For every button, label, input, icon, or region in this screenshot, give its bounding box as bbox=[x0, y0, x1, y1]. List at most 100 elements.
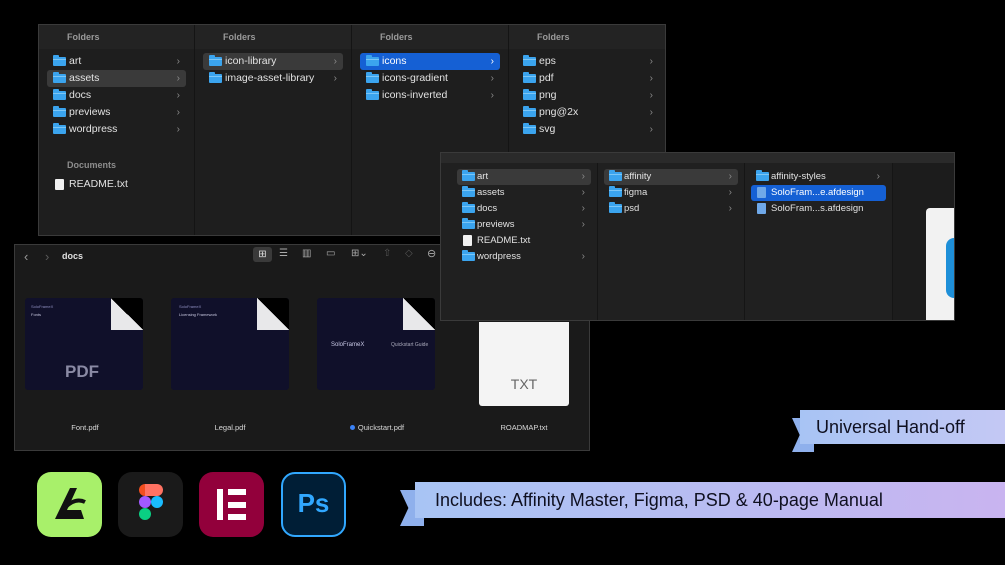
folder-item-icon-library[interactable]: icon-library › bbox=[203, 53, 343, 70]
ribbon-handoff-text: Universal Hand-off bbox=[816, 417, 965, 437]
file-name-label: Quickstart.pdf bbox=[357, 423, 405, 432]
column-view-icon[interactable]: ▥ bbox=[302, 248, 311, 259]
folder-icon bbox=[366, 89, 379, 100]
chevron-right-icon: › bbox=[176, 73, 180, 84]
folder-item-image-asset-library[interactable]: image-asset-library › bbox=[203, 70, 343, 87]
text-file-icon bbox=[463, 235, 472, 246]
folder-item-psd[interactable]: psd › bbox=[604, 201, 738, 217]
file-name-quickstart[interactable]: Quickstart.pdf bbox=[307, 423, 447, 432]
file-item-afdesign-master[interactable]: SoloFram...e.afdesign bbox=[751, 185, 886, 201]
file-name-legal[interactable]: Legal.pdf bbox=[160, 423, 300, 432]
sidebar-item-wordpress[interactable]: wordpress › bbox=[47, 121, 186, 138]
chevron-right-icon: › bbox=[176, 124, 180, 135]
chevron-right-icon: › bbox=[649, 73, 653, 84]
gallery-view-icon[interactable]: ▭ bbox=[326, 248, 335, 259]
folder-icon bbox=[462, 202, 475, 213]
file-thumbnail-legal[interactable]: SoloFrameX Licensing Framework bbox=[171, 298, 289, 390]
sidebar-item-previews[interactable]: previews › bbox=[47, 104, 186, 121]
folder-icon bbox=[366, 72, 379, 83]
tag-icon[interactable]: ◇ bbox=[405, 248, 413, 259]
folder-item-eps[interactable]: eps › bbox=[517, 53, 659, 70]
folder-item-svg[interactable]: svg › bbox=[517, 121, 659, 138]
folder-item-assets[interactable]: assets › bbox=[457, 185, 591, 201]
chevron-right-icon: › bbox=[581, 219, 585, 230]
folder-item-icons[interactable]: icons › bbox=[360, 53, 500, 70]
file-name-roadmap[interactable]: ROADMAP.txt bbox=[454, 423, 589, 432]
page-corner-icon bbox=[111, 298, 143, 330]
column-header: Folders bbox=[39, 25, 194, 49]
folder-item-art[interactable]: art › bbox=[457, 169, 591, 185]
folder-item-affinity-styles[interactable]: affinity-styles › bbox=[751, 169, 886, 185]
file-name-font[interactable]: Font.pdf bbox=[15, 423, 155, 432]
photoshop-label: Ps bbox=[297, 488, 330, 518]
chevron-right-icon: › bbox=[649, 56, 653, 67]
item-label: art bbox=[69, 55, 82, 67]
sidebar-item-assets[interactable]: assets › bbox=[47, 70, 186, 87]
affinity-preview-icon bbox=[946, 238, 954, 298]
folder-item-figma[interactable]: figma › bbox=[604, 185, 738, 201]
forward-icon[interactable]: › bbox=[45, 249, 49, 264]
folder-icon bbox=[462, 186, 475, 197]
item-label: docs bbox=[69, 89, 92, 101]
more-icon[interactable]: ⊖ bbox=[427, 247, 436, 260]
preview-pane bbox=[893, 163, 954, 320]
folder-item-icons-inverted[interactable]: icons-inverted › bbox=[360, 87, 500, 104]
icon-view-icon[interactable]: ⊞ bbox=[253, 247, 272, 262]
finder-column-2: Folders icon-library › image-asset-librar… bbox=[195, 25, 352, 235]
item-label: png@2x bbox=[539, 106, 579, 118]
chevron-right-icon: › bbox=[490, 90, 494, 101]
doc-subheading: Licensing Framework bbox=[179, 312, 218, 317]
folder-icon bbox=[53, 55, 66, 66]
ribbon-handoff: Universal Hand-off bbox=[800, 410, 1005, 444]
folder-icon bbox=[366, 55, 379, 66]
folder-item-icons-gradient[interactable]: icons-gradient › bbox=[360, 70, 500, 87]
file-item-readme[interactable]: README.txt bbox=[457, 233, 591, 249]
file-thumbnail-quickstart[interactable]: SoloFrameX Quickstart Guide bbox=[317, 298, 435, 390]
chevron-right-icon: › bbox=[728, 187, 732, 198]
item-label: affinity bbox=[624, 171, 652, 182]
item-label: figma bbox=[624, 187, 648, 198]
folder-icon bbox=[609, 202, 622, 213]
sidebar-item-art[interactable]: art › bbox=[47, 53, 186, 70]
chevron-right-icon: › bbox=[176, 107, 180, 118]
chevron-right-icon: › bbox=[649, 124, 653, 135]
folder-item-wordpress[interactable]: wordpress › bbox=[457, 249, 591, 265]
column-header: Folders bbox=[195, 25, 351, 49]
chevron-right-icon: › bbox=[649, 107, 653, 118]
folder-item-affinity[interactable]: affinity › bbox=[604, 169, 738, 185]
item-label: icons bbox=[382, 55, 407, 67]
chevron-right-icon: › bbox=[490, 56, 494, 67]
chevron-right-icon: › bbox=[333, 56, 337, 67]
share-icon[interactable]: ⇧ bbox=[383, 248, 391, 259]
item-label: previews bbox=[69, 106, 111, 118]
page-corner-icon bbox=[403, 298, 435, 330]
chevron-right-icon: › bbox=[728, 171, 732, 182]
item-label: assets bbox=[69, 72, 100, 84]
folder-item-previews[interactable]: previews › bbox=[457, 217, 591, 233]
file-thumbnail-font[interactable]: SoloFrameX Fonts PDF bbox=[25, 298, 143, 390]
item-label: previews bbox=[477, 219, 515, 230]
folder-icon bbox=[462, 218, 475, 229]
file-item-afdesign-styles[interactable]: SoloFram...s.afdesign bbox=[751, 201, 886, 217]
item-label: wordpress bbox=[477, 251, 521, 262]
folder-icon bbox=[53, 106, 66, 117]
folder-item-pdf[interactable]: pdf › bbox=[517, 70, 659, 87]
finder-column-1: Folders art › assets › docs › previews › wor… bbox=[39, 25, 195, 235]
group-icon[interactable]: ⊞⌄ bbox=[351, 248, 368, 259]
chevron-right-icon: › bbox=[581, 251, 585, 262]
folder-icon bbox=[53, 123, 66, 134]
file-item-readme[interactable]: README.txt bbox=[47, 176, 186, 193]
sidebar-item-docs[interactable]: docs › bbox=[47, 87, 186, 104]
chevron-right-icon: › bbox=[876, 171, 880, 182]
pdf-badge: PDF bbox=[65, 362, 99, 381]
back-icon[interactable]: ‹ bbox=[24, 249, 28, 264]
column-header: Folders bbox=[509, 25, 665, 49]
folder-item-png[interactable]: png › bbox=[517, 87, 659, 104]
list-view-icon[interactable]: ☰ bbox=[279, 248, 288, 259]
folder-item-docs[interactable]: docs › bbox=[457, 201, 591, 217]
chevron-right-icon: › bbox=[728, 203, 732, 214]
item-label: icons-gradient bbox=[382, 72, 448, 84]
item-label: SoloFram...s.afdesign bbox=[771, 203, 864, 214]
folder-item-png2x[interactable]: png@2x › bbox=[517, 104, 659, 121]
file-thumbnail-roadmap[interactable]: TXT bbox=[479, 322, 569, 406]
